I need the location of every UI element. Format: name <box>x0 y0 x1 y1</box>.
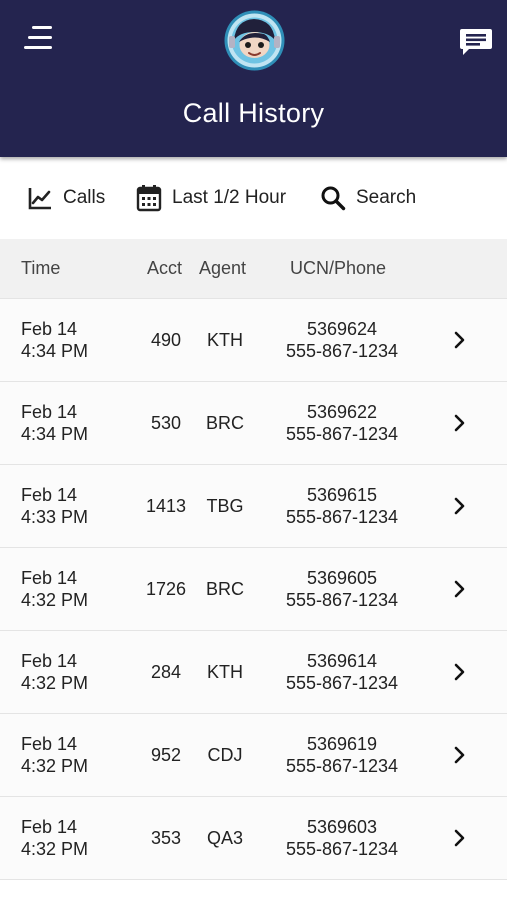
table-row[interactable]: Feb 14 4:32 PM 952 CDJ 5369619 555-867-1… <box>0 714 507 797</box>
call-time: Feb 14 4:34 PM <box>21 401 88 445</box>
call-acct: 490 <box>150 330 182 350</box>
call-time: Feb 14 4:32 PM <box>21 567 88 611</box>
call-clock: 4:32 PM <box>21 839 89 859</box>
call-ucn-phone: 5369619 555-867-1234 <box>262 733 422 777</box>
time-range-label: Last 1/2 Hour <box>172 187 287 208</box>
call-phone: 555-867-1234 <box>285 424 399 444</box>
call-ucn-phone: 5369622 555-867-1234 <box>262 401 422 445</box>
call-acct: 284 <box>150 662 182 682</box>
call-acct: 952 <box>150 745 182 765</box>
chevron-right-icon[interactable] <box>449 745 469 765</box>
call-clock: 4:34 PM <box>21 341 89 361</box>
call-ucn: 5369622 <box>306 402 378 422</box>
call-date: Feb 14 <box>21 734 78 754</box>
call-ucn-phone: 5369603 555-867-1234 <box>262 816 422 860</box>
calls-chart-button[interactable]: Calls <box>27 181 105 215</box>
call-date: Feb 14 <box>21 651 78 671</box>
call-acct: 353 <box>150 828 182 848</box>
call-time: Feb 14 4:33 PM <box>21 484 88 528</box>
call-time: Feb 14 4:32 PM <box>21 650 88 694</box>
calendar-icon <box>136 185 162 212</box>
page-title: Call History <box>182 98 325 128</box>
table-row[interactable]: Feb 14 4:33 PM 1413 TBG 5369615 555-867-… <box>0 465 507 548</box>
call-clock: 4:32 PM <box>21 673 89 693</box>
calls-label: Calls <box>63 187 106 208</box>
chevron-right-icon[interactable] <box>449 496 469 516</box>
call-phone: 555-867-1234 <box>285 341 399 361</box>
call-agent: BRC <box>205 413 244 433</box>
call-acct: 1726 <box>145 579 187 599</box>
call-acct: 1413 <box>145 496 187 516</box>
table-row[interactable]: Feb 14 4:32 PM 284 KTH 5369614 555-867-1… <box>0 631 507 714</box>
call-agent: TBG <box>206 496 244 516</box>
call-ucn: 5369605 <box>306 568 378 588</box>
call-agent: KTH <box>207 330 243 350</box>
call-phone: 555-867-1234 <box>285 590 399 610</box>
call-phone: 555-867-1234 <box>285 839 399 859</box>
chevron-right-icon[interactable] <box>449 579 469 599</box>
chevron-right-icon[interactable] <box>449 828 469 848</box>
call-clock: 4:32 PM <box>21 756 89 776</box>
search-button[interactable]: Search <box>320 181 416 215</box>
column-header-ucn-phone: UCN/Phone <box>290 258 387 278</box>
call-ucn-phone: 5369624 555-867-1234 <box>262 318 422 362</box>
line-chart-icon <box>28 188 51 210</box>
call-ucn-phone: 5369615 555-867-1234 <box>262 484 422 528</box>
call-agent: CDJ <box>207 745 243 765</box>
column-header-agent: Agent <box>199 258 247 278</box>
call-time: Feb 14 4:32 PM <box>21 733 88 777</box>
call-agent: KTH <box>207 662 243 682</box>
call-ucn: 5369624 <box>306 319 378 339</box>
call-date: Feb 14 <box>21 817 78 837</box>
call-date: Feb 14 <box>21 402 78 422</box>
chevron-right-icon[interactable] <box>449 413 469 433</box>
table-row[interactable]: Feb 14 4:34 PM 530 BRC 5369622 555-867-1… <box>0 382 507 465</box>
call-clock: 4:34 PM <box>21 424 89 444</box>
chevron-right-icon[interactable] <box>449 330 469 350</box>
app-header: Call History <box>0 0 507 157</box>
call-date: Feb 14 <box>21 319 78 339</box>
call-ucn: 5369614 <box>306 651 378 671</box>
astronaut-avatar-logo <box>224 10 285 71</box>
call-acct: 530 <box>150 413 182 433</box>
call-clock: 4:33 PM <box>21 507 89 527</box>
table-row[interactable]: Feb 14 4:34 PM 490 KTH 5369624 555-867-1… <box>0 299 507 382</box>
call-agent: QA3 <box>206 828 244 848</box>
call-agent: BRC <box>205 579 244 599</box>
call-ucn-phone: 5369614 555-867-1234 <box>262 650 422 694</box>
call-ucn: 5369603 <box>306 817 378 837</box>
chevron-right-icon[interactable] <box>449 662 469 682</box>
call-time: Feb 14 4:32 PM <box>21 816 88 860</box>
chat-message-icon[interactable] <box>458 26 494 58</box>
table-row[interactable]: Feb 14 4:32 PM 353 QA3 5369603 555-867-1… <box>0 797 507 880</box>
call-ucn-phone: 5369605 555-867-1234 <box>262 567 422 611</box>
column-header-time: Time <box>21 258 61 278</box>
time-range-button[interactable]: Last 1/2 Hour <box>136 181 286 215</box>
call-date: Feb 14 <box>21 568 78 588</box>
call-phone: 555-867-1234 <box>285 756 399 776</box>
call-ucn: 5369619 <box>306 734 378 754</box>
call-clock: 4:32 PM <box>21 590 89 610</box>
search-icon <box>321 186 346 211</box>
call-ucn: 5369615 <box>306 485 378 505</box>
column-header-acct: Acct <box>147 258 183 278</box>
call-list: Feb 14 4:34 PM 490 KTH 5369624 555-867-1… <box>0 299 507 880</box>
call-phone: 555-867-1234 <box>285 507 399 527</box>
call-phone: 555-867-1234 <box>285 673 399 693</box>
filter-toolbar: Calls Last 1/2 Hour Search <box>0 157 507 239</box>
hamburger-menu-icon[interactable] <box>24 24 56 54</box>
search-label: Search <box>356 187 417 208</box>
call-date: Feb 14 <box>21 485 78 505</box>
table-row[interactable]: Feb 14 4:32 PM 1726 BRC 5369605 555-867-… <box>0 548 507 631</box>
table-header: Time Acct Agent UCN/Phone <box>0 239 507 299</box>
call-time: Feb 14 4:34 PM <box>21 318 88 362</box>
